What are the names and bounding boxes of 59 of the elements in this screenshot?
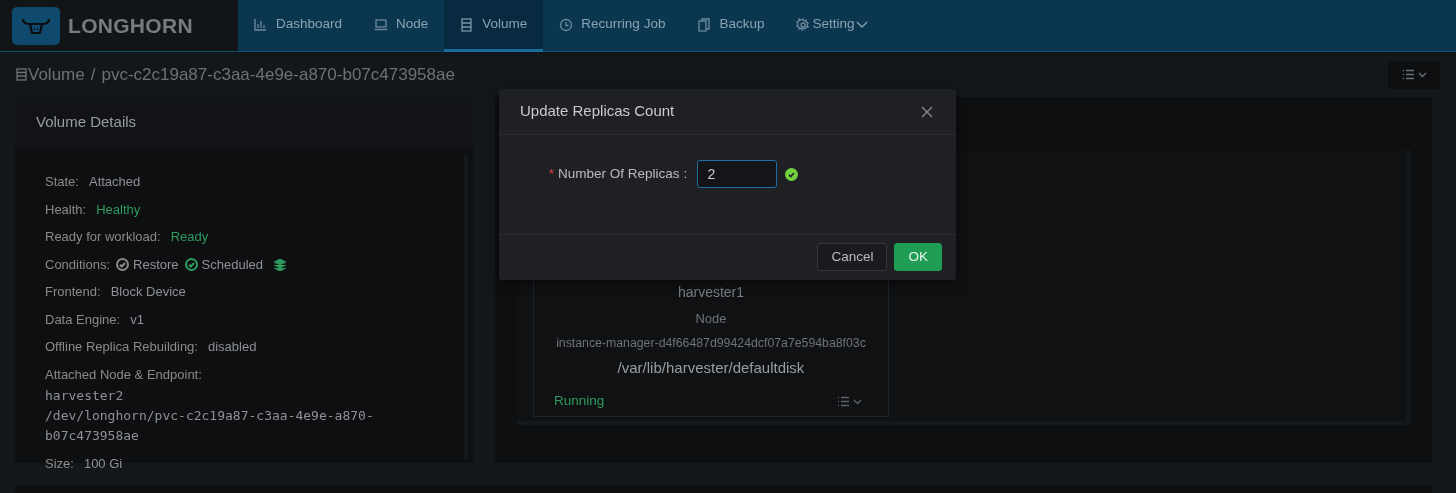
logo-text: LONGHORN (68, 12, 193, 39)
replicas-input[interactable]: 2 (697, 160, 778, 188)
nav-tab[interactable]: Setting (780, 0, 885, 52)
field-label: Size: (45, 455, 74, 473)
replica-node-name: harvester1 (677, 283, 745, 302)
panel-title: Volume Details (36, 112, 137, 133)
field-value: Attached (88, 173, 141, 191)
nav-tab[interactable]: Node (358, 0, 445, 52)
replica-status: Running (554, 392, 605, 411)
condition-label: Scheduled (201, 255, 264, 274)
endpoint-text: /dev/longhorn/pvc-c2c19a87-c3aa-4e9e-a870- (45, 407, 375, 425)
chart-icon (254, 17, 268, 32)
ok-button[interactable]: OK (894, 243, 942, 271)
field-label: Data Engine: (45, 310, 121, 329)
check-circle-icon (785, 168, 799, 181)
condition-label: Restore (133, 255, 179, 274)
field-label: Attached Node & Endpoint: (45, 365, 203, 384)
field-label: Frontend: (45, 283, 101, 301)
field-label: Ready for workload: (45, 228, 161, 246)
laptop-icon (374, 17, 389, 32)
node-label: Node (695, 310, 727, 328)
list-icon (460, 17, 475, 32)
field-colon: : (683, 164, 688, 183)
list-icon (837, 396, 850, 408)
field-value: 100 Gi (83, 455, 123, 473)
field-value: v1 (130, 310, 144, 329)
close-icon (921, 106, 933, 119)
required-mark: * (549, 165, 555, 184)
field-value: Healthy (96, 200, 141, 219)
settings-icon (796, 17, 811, 32)
field-label: Conditions: (45, 255, 111, 274)
endpoint-text: b07c473958ae (45, 427, 140, 445)
instance-manager-name: instance-manager-d4f66487d99424dcf07a7e594ba8f03c (556, 334, 866, 352)
view-menu-button[interactable] (1388, 60, 1440, 89)
layers-icon (273, 257, 288, 271)
chevron-down-icon (853, 398, 862, 405)
field-value: Ready (170, 228, 209, 246)
disk-path: /var/lib/harvester/defaultdisk (617, 357, 805, 378)
nav-tab[interactable]: Recurring Job (543, 0, 682, 52)
cancel-button[interactable]: Cancel (817, 243, 888, 271)
list-icon (1401, 69, 1415, 80)
field-value: Block Device (110, 283, 186, 301)
breadcrumb-current: pvc-c2c19a87-c3aa-4e9e-a870-b07c473958ae (101, 63, 455, 86)
field-label: Offline Replica Rebuilding: (45, 338, 198, 356)
field-label: State: (45, 173, 79, 191)
field-value: disabled (207, 338, 257, 356)
field-label: Number Of Replicas (558, 164, 680, 183)
endpoint-text: harvester2 (45, 387, 125, 405)
chevron-down-icon (1417, 71, 1427, 78)
breadcrumb-separator: / (90, 63, 96, 86)
dialog-title: Update Replicas Count (520, 101, 675, 122)
breadcrumb-link[interactable]: Volume (16, 61, 85, 88)
field-label: Health: (45, 200, 87, 219)
copy-icon (697, 17, 712, 32)
nav-tab[interactable]: Volume (444, 0, 544, 52)
clock-icon (559, 17, 574, 32)
list-icon (16, 68, 27, 81)
nav-tab[interactable]: Backup (681, 0, 781, 52)
nav-tab[interactable]: Dashboard (238, 0, 359, 52)
